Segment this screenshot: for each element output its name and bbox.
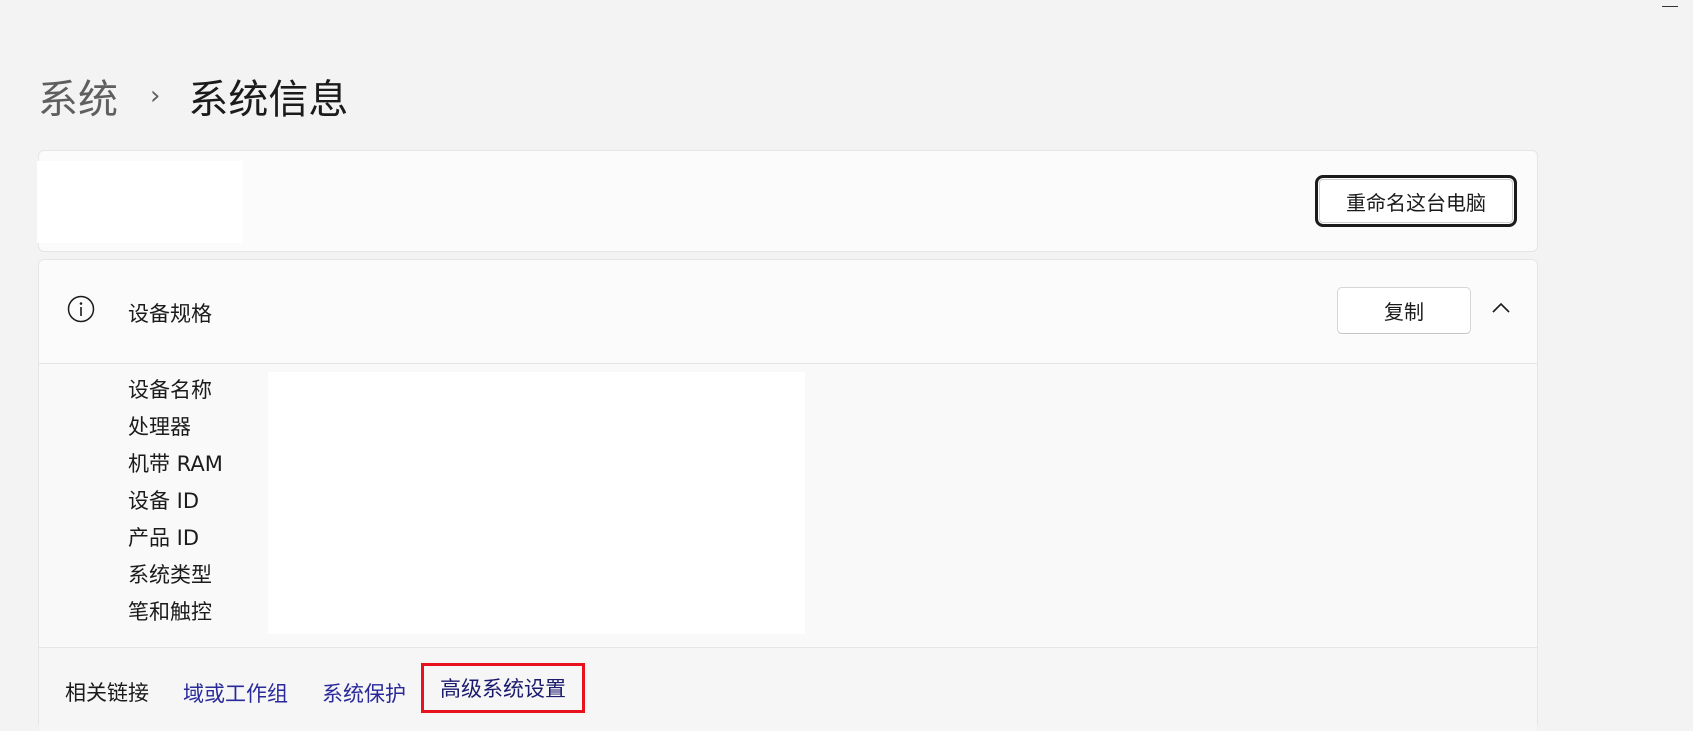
spec-label-processor: 处理器 [128, 415, 191, 439]
minimize-icon[interactable] [1662, 6, 1678, 7]
breadcrumb-parent-system[interactable]: 系统 [38, 67, 118, 125]
device-specs-header[interactable]: 设备规格 复制 [39, 260, 1537, 364]
breadcrumb: 系统 › 系统信息 [38, 66, 348, 126]
spec-label-pen-touch: 笔和触控 [128, 600, 212, 624]
spec-values-area [268, 372, 805, 634]
info-icon [67, 295, 95, 323]
device-specs-body: 设备名称 处理器 机带 RAM 设备 ID 产品 ID 系统类型 笔和触控 [39, 364, 1537, 646]
system-protection-link[interactable]: 系统保护 [322, 678, 406, 708]
device-specs-title: 设备规格 [128, 302, 212, 326]
pc-name-card: 重命名这台电脑 [37, 150, 1538, 252]
related-links-title: 相关链接 [65, 681, 149, 705]
copy-button[interactable]: 复制 [1337, 287, 1471, 334]
rename-pc-button[interactable]: 重命名这台电脑 [1315, 175, 1517, 227]
breadcrumb-separator-icon: › [150, 81, 161, 111]
advanced-system-settings-link[interactable]: 高级系统设置 [421, 663, 585, 713]
domain-workgroup-link[interactable]: 域或工作组 [183, 678, 288, 708]
page-title: 系统信息 [188, 77, 349, 123]
spec-label-system-type: 系统类型 [128, 563, 212, 587]
spec-label-ram: 机带 RAM [128, 452, 223, 476]
spec-label-device-name: 设备名称 [128, 378, 212, 402]
device-specs-card: 设备规格 复制 设备名称 处理器 机带 RAM 设备 ID 产品 ID 系统类型… [38, 259, 1538, 731]
pc-name-area [37, 161, 243, 243]
related-links-bar: 相关链接 域或工作组 系统保护 高级系统设置 [39, 647, 1537, 731]
spec-label-product-id: 产品 ID [128, 526, 200, 550]
spec-label-device-id: 设备 ID [128, 489, 200, 513]
chevron-up-icon[interactable] [1491, 301, 1511, 315]
